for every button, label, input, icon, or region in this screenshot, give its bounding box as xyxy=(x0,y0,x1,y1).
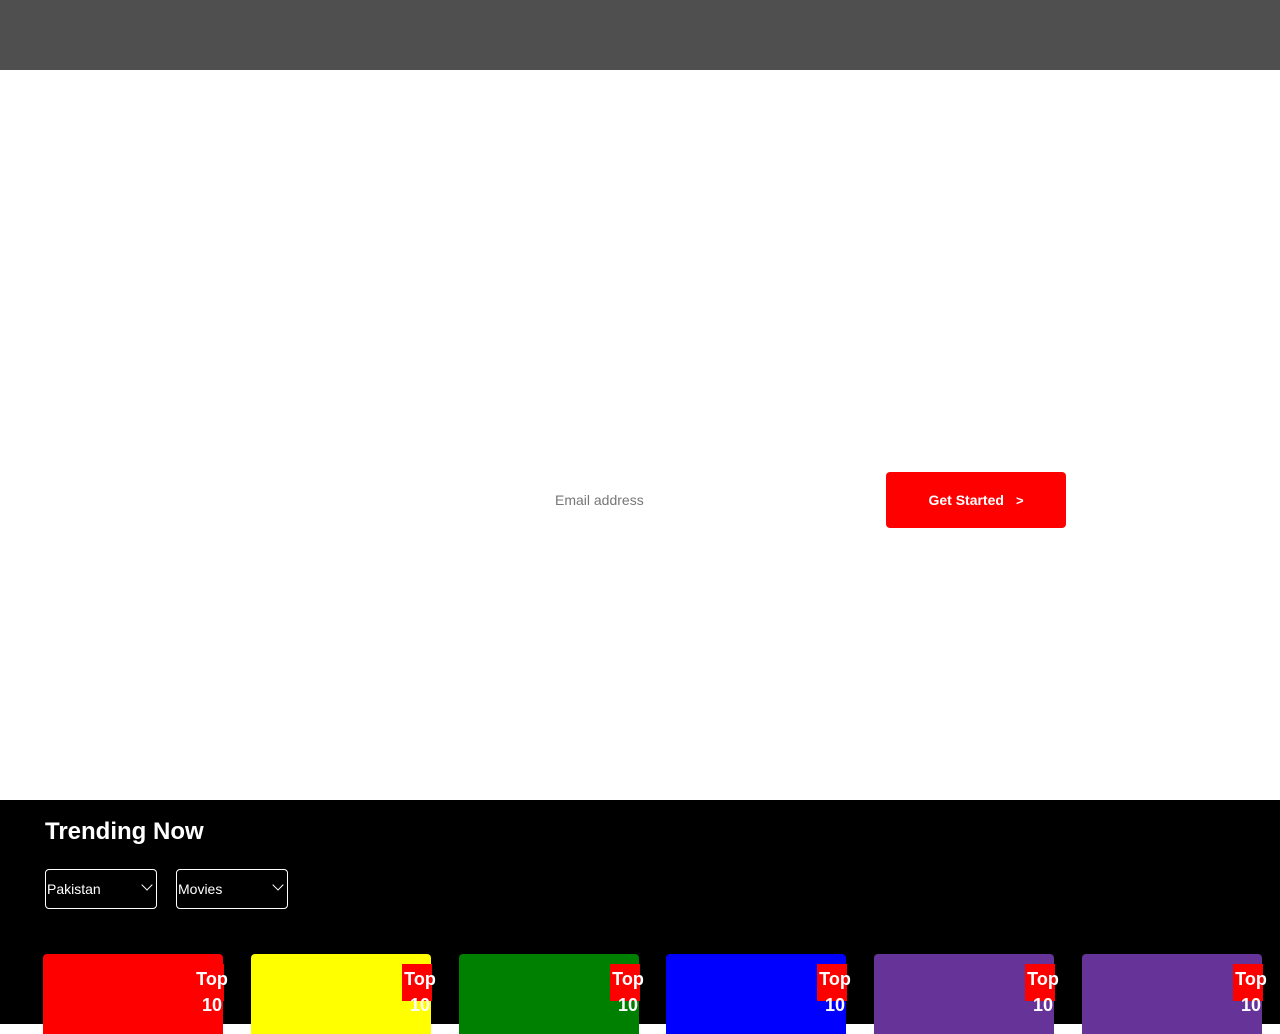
trending-card[interactable]: Top 10 xyxy=(666,954,851,1034)
trending-section: Trending Now Pakistan Movies Top 10 Top … xyxy=(0,800,1280,1034)
chevron-down-icon xyxy=(272,879,284,891)
top10-badge-label: Top 10 xyxy=(196,969,228,1015)
top10-badge-label: Top 10 xyxy=(1027,969,1059,1015)
top10-badge-label: Top 10 xyxy=(612,969,644,1015)
email-input[interactable] xyxy=(546,472,876,528)
top10-badge-label: Top 10 xyxy=(404,969,436,1015)
country-select[interactable]: Pakistan xyxy=(45,869,157,909)
trending-card[interactable]: Top 10 xyxy=(43,954,228,1034)
trending-card[interactable]: Top 10 xyxy=(459,954,644,1034)
chevron-right-icon: > xyxy=(1015,492,1024,508)
country-select-value: Pakistan xyxy=(47,881,101,897)
top-navigation-bar xyxy=(0,0,1280,70)
trending-title: Trending Now xyxy=(45,818,204,845)
trending-card[interactable]: Top 10 xyxy=(251,954,436,1034)
top10-badge-label: Top 10 xyxy=(819,969,851,1015)
hero-section xyxy=(0,70,1280,800)
content-type-select-value: Movies xyxy=(178,881,223,897)
chevron-down-icon xyxy=(141,879,153,891)
trending-card[interactable]: Top 10 xyxy=(1082,954,1267,1034)
get-started-button[interactable]: Get Started > xyxy=(886,472,1066,528)
trending-card[interactable]: Top 10 xyxy=(874,954,1059,1034)
get-started-label: Get Started xyxy=(928,492,1004,508)
content-type-select[interactable]: Movies xyxy=(176,869,288,909)
top10-badge-label: Top 10 xyxy=(1235,969,1267,1015)
